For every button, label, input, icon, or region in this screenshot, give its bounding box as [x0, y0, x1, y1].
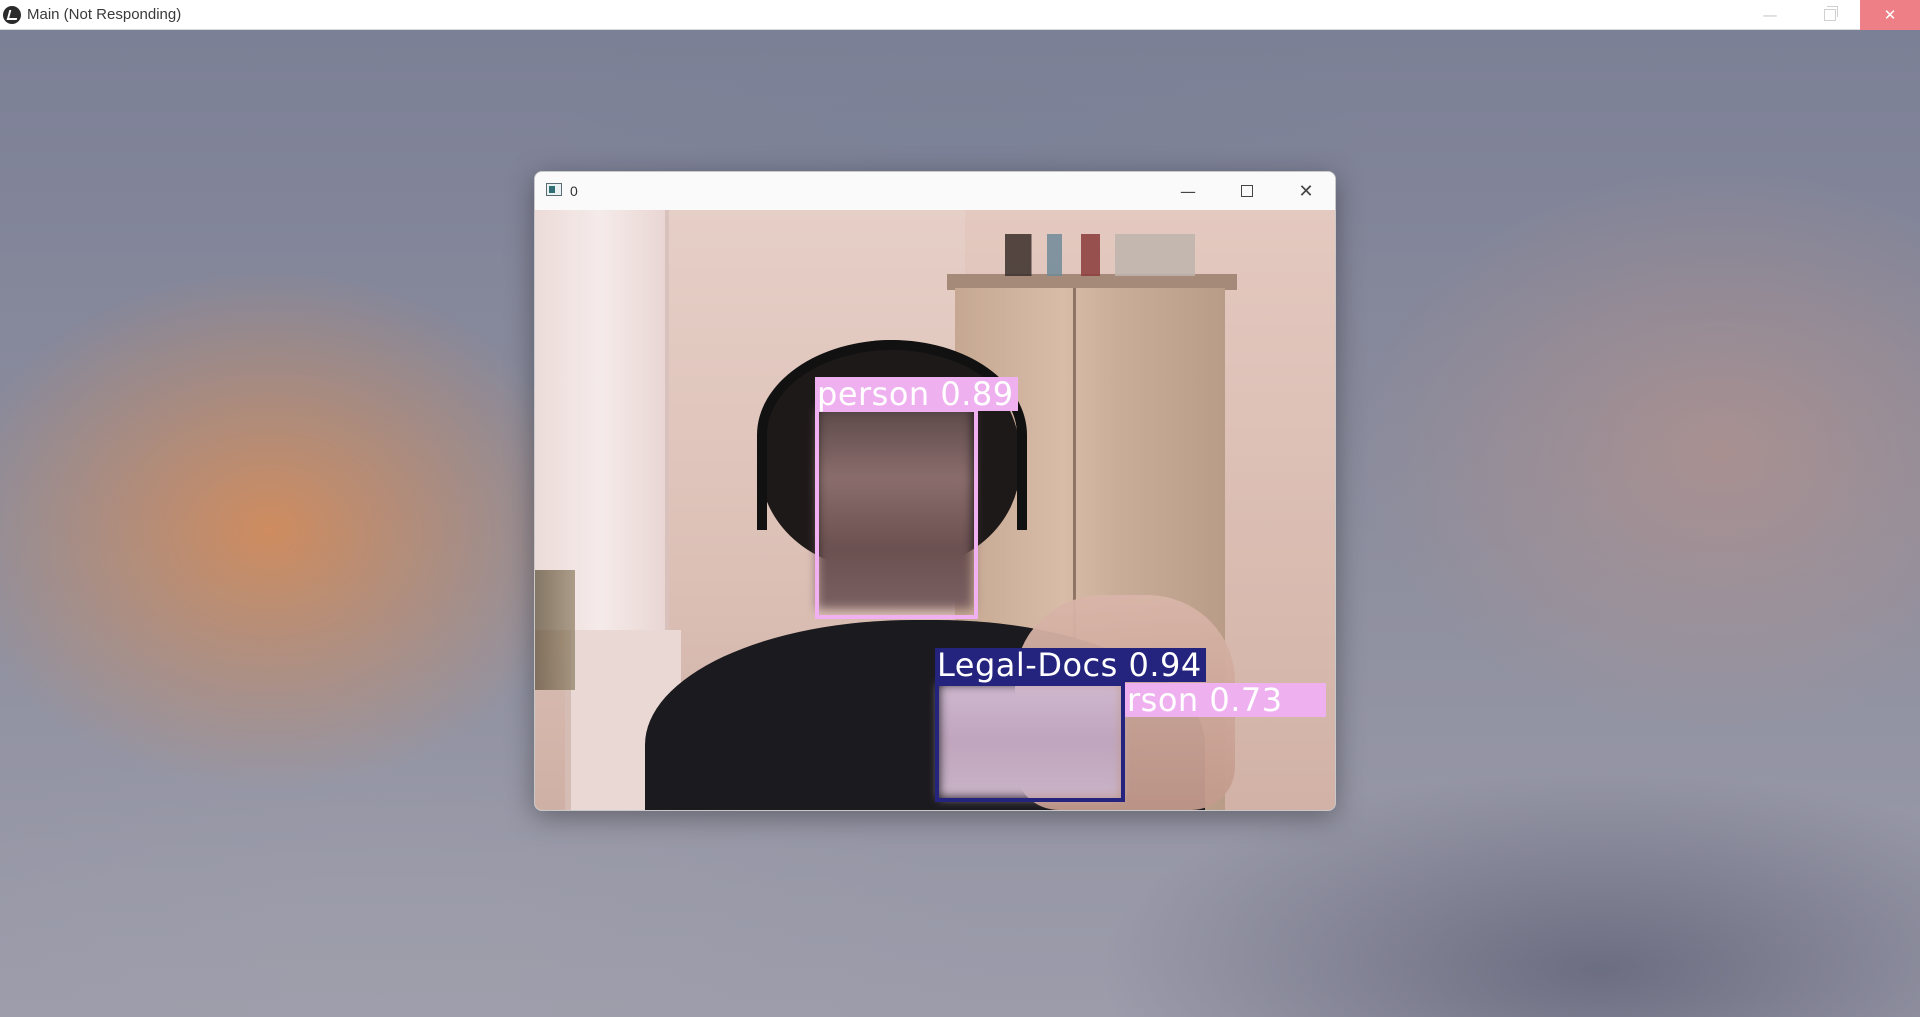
camera-minimize-button[interactable]: — — [1159, 172, 1217, 210]
camera-maximize-button[interactable] — [1218, 172, 1276, 210]
camera-close-button[interactable]: ✕ — [1277, 172, 1335, 210]
camera-window[interactable]: 0 — ✕ person 0.89 Legal-Docs 0.94 rson 0… — [534, 171, 1336, 811]
detection-label-legal-docs: Legal-Docs 0.94 — [935, 648, 1206, 682]
camera-window-title: 0 — [570, 183, 578, 199]
close-icon: ✕ — [1883, 6, 1897, 24]
camera-window-titlebar[interactable]: 0 — ✕ — [535, 172, 1335, 210]
detection-box-legal-docs — [935, 682, 1125, 802]
detection-label-person-partial: rson 0.73 — [1125, 683, 1326, 717]
shelf-items — [1005, 234, 1195, 276]
maximize-icon — [1241, 185, 1253, 197]
main-restore-button[interactable] — [1800, 0, 1860, 30]
minimize-icon: — — [1762, 6, 1778, 24]
close-icon: ✕ — [1298, 180, 1314, 202]
detection-box-person — [815, 408, 978, 619]
window-blind — [535, 210, 669, 630]
main-window-title: Main (Not Responding) — [27, 6, 182, 23]
detection-label-text: rson 0.73 — [1127, 683, 1283, 717]
main-minimize-button[interactable]: — — [1740, 0, 1800, 30]
detection-label-person: person 0.89 — [815, 377, 1018, 411]
main-close-button[interactable]: ✕ — [1860, 0, 1920, 30]
minimize-icon: — — [1180, 181, 1196, 201]
app-logo-icon — [3, 6, 21, 24]
restore-icon — [1824, 6, 1838, 21]
curtain — [535, 570, 575, 690]
webcam-video-feed: person 0.89 Legal-Docs 0.94 rson 0.73 — [535, 210, 1335, 810]
window-app-icon — [546, 183, 562, 196]
main-window-titlebar[interactable]: Main (Not Responding) — ✕ — [0, 0, 1920, 30]
